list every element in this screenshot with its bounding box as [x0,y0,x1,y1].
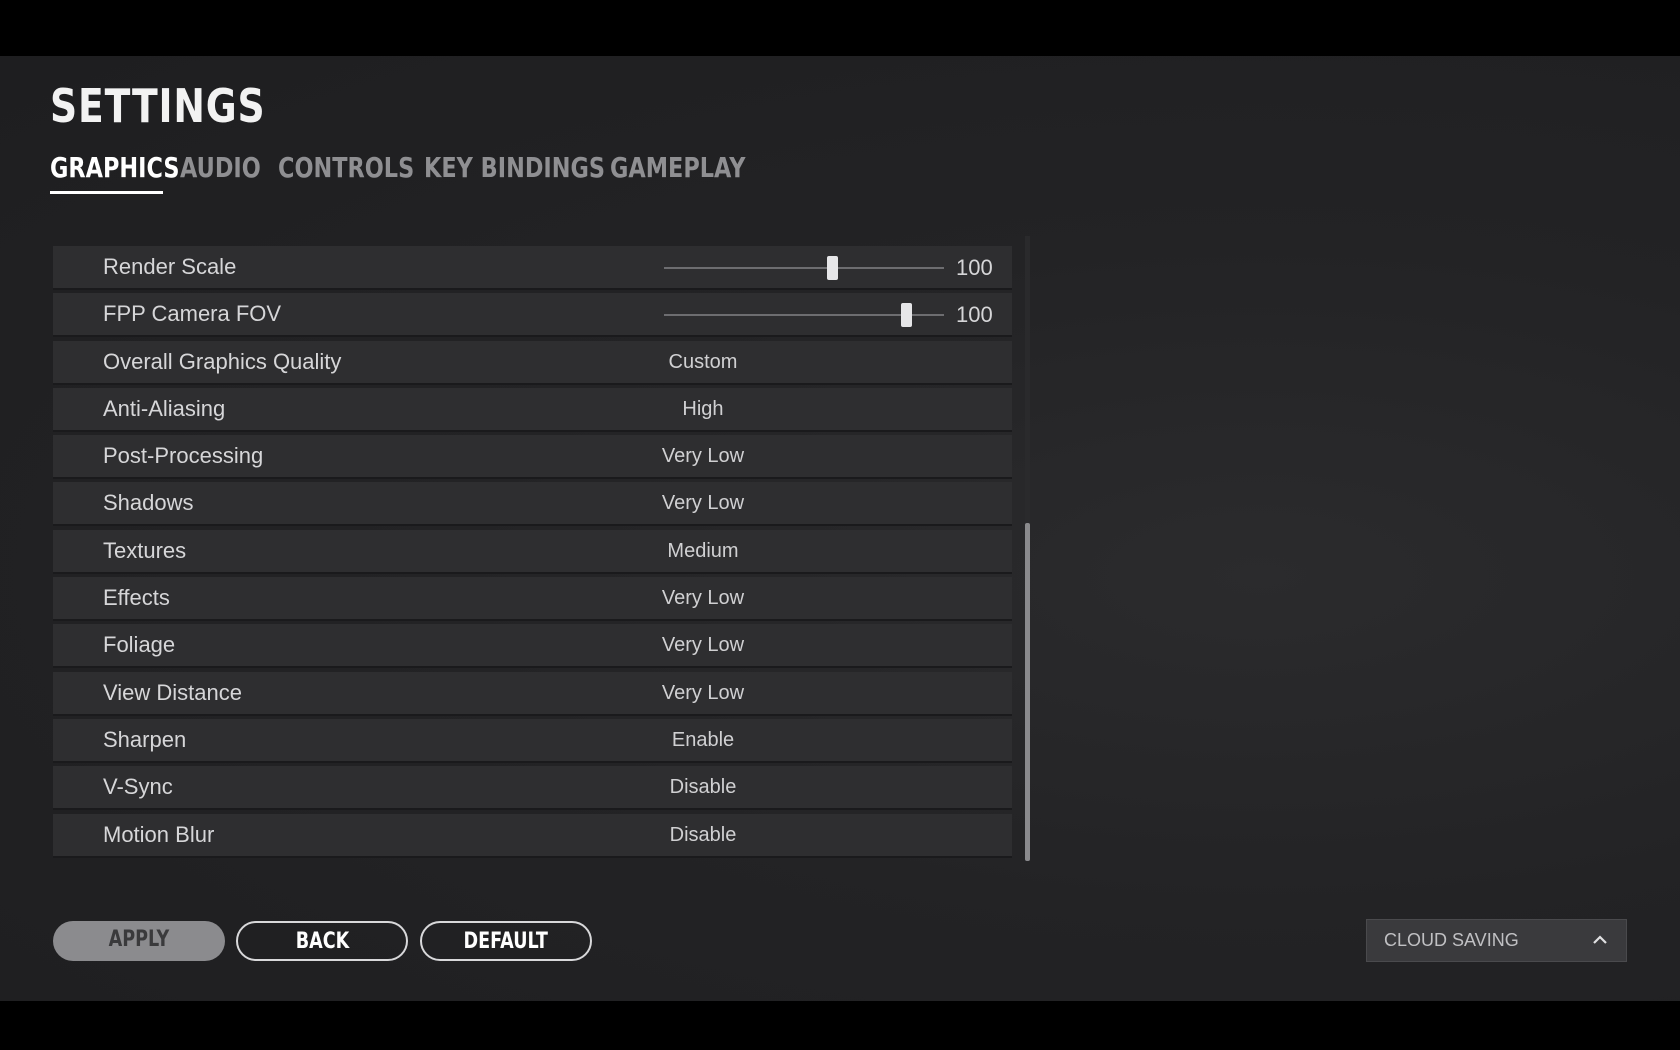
setting-slider[interactable] [664,303,944,328]
setting-row[interactable]: Post-Processing Very Low [53,435,1012,480]
setting-value[interactable]: Disable [553,766,853,808]
setting-slider[interactable] [664,256,944,280]
setting-label: Post-Processing [103,443,264,469]
setting-row[interactable]: Overall Graphics Quality Custom [53,340,1012,385]
apply-button-label: APPLY [108,927,170,952]
tab-key-bindings-wrap: KEY BINDINGS [424,148,606,188]
page-title: SETTINGS [50,79,266,133]
setting-label: Foliage [103,632,176,658]
setting-value[interactable]: Medium [553,530,853,572]
setting-label: FPP Camera FOV [103,301,282,327]
setting-row[interactable]: Render Scale 100 [53,246,1012,290]
scrollbar-thumb[interactable] [1025,523,1030,861]
setting-row[interactable]: Shadows Very Low [53,482,1012,527]
slider-value: 100 [956,255,993,280]
setting-label: Effects [103,585,170,611]
setting-row[interactable]: Effects Very Low [53,577,1012,622]
graphics-settings-list: Render Scale 100 FPP Camera FOV 100 Overall … [53,246,1012,861]
setting-row[interactable]: Textures Medium [53,529,1012,574]
setting-value[interactable]: Enable [553,719,853,761]
setting-row[interactable]: Motion Blur Disable [53,813,1012,858]
cloud-saving-label: CLOUD SAVING [1384,930,1519,950]
settings-tabs: GRAPHICS AUDIO CONTROLS KEY BINDINGS GAM… [50,148,745,194]
tab-audio-wrap: AUDIO [180,148,274,188]
tab-controls[interactable]: CONTROLS [278,148,414,188]
tab-graphics-wrap: GRAPHICS [50,148,179,194]
cloud-saving-dropdown[interactable]: CLOUD SAVING [1366,919,1627,962]
setting-label: Render Scale [103,254,237,279]
slider-value: 100 [956,302,993,328]
active-tab-underline [50,191,163,194]
setting-row[interactable]: View Distance Very Low [53,671,1012,716]
setting-row[interactable]: Foliage Very Low [53,624,1012,669]
setting-value[interactable]: Very Low [553,624,853,666]
setting-label: Textures [103,537,187,563]
setting-row[interactable]: V-Sync Disable [53,766,1012,811]
setting-label: Motion Blur [103,821,215,847]
setting-label: Sharpen [103,726,187,752]
tab-gameplay[interactable]: GAMEPLAY [610,148,745,188]
default-button-label: DEFAULT [463,929,549,954]
tab-key-bindings[interactable]: KEY BINDINGS [424,148,605,188]
setting-row[interactable]: FPP Camera FOV 100 [53,293,1012,338]
tab-gameplay-wrap: GAMEPLAY [610,148,745,188]
tab-audio[interactable]: AUDIO [180,148,261,188]
back-button-label: BACK [295,929,349,954]
slider-thumb[interactable] [901,303,913,328]
settings-scrollbar[interactable] [1025,236,1030,861]
setting-value[interactable]: Very Low [553,672,853,714]
tab-graphics[interactable]: GRAPHICS [50,148,179,188]
setting-label: Overall Graphics Quality [103,348,342,374]
default-button[interactable]: DEFAULT [420,921,592,961]
setting-value[interactable]: Disable [553,814,853,856]
tab-controls-wrap: CONTROLS [278,148,420,188]
setting-value[interactable]: Very Low [553,435,853,477]
chevron-up-icon [1593,935,1607,944]
slider-thumb[interactable] [827,256,838,280]
setting-value[interactable]: High [553,388,853,430]
setting-value[interactable]: Very Low [553,482,853,524]
settings-screen: SETTINGS GRAPHICS AUDIO CONTROLS KEY BIN… [0,56,1680,1001]
setting-value[interactable]: Custom [553,341,853,383]
setting-label: V-Sync [103,774,173,800]
setting-label: View Distance [103,679,242,705]
apply-button[interactable]: APPLY [53,921,225,961]
setting-label: Shadows [103,490,194,516]
back-button[interactable]: BACK [236,921,408,961]
setting-row[interactable]: Sharpen Enable [53,718,1012,763]
setting-row[interactable]: Anti-Aliasing High [53,387,1012,432]
setting-value[interactable]: Very Low [553,577,853,619]
setting-label: Anti-Aliasing [103,395,226,421]
